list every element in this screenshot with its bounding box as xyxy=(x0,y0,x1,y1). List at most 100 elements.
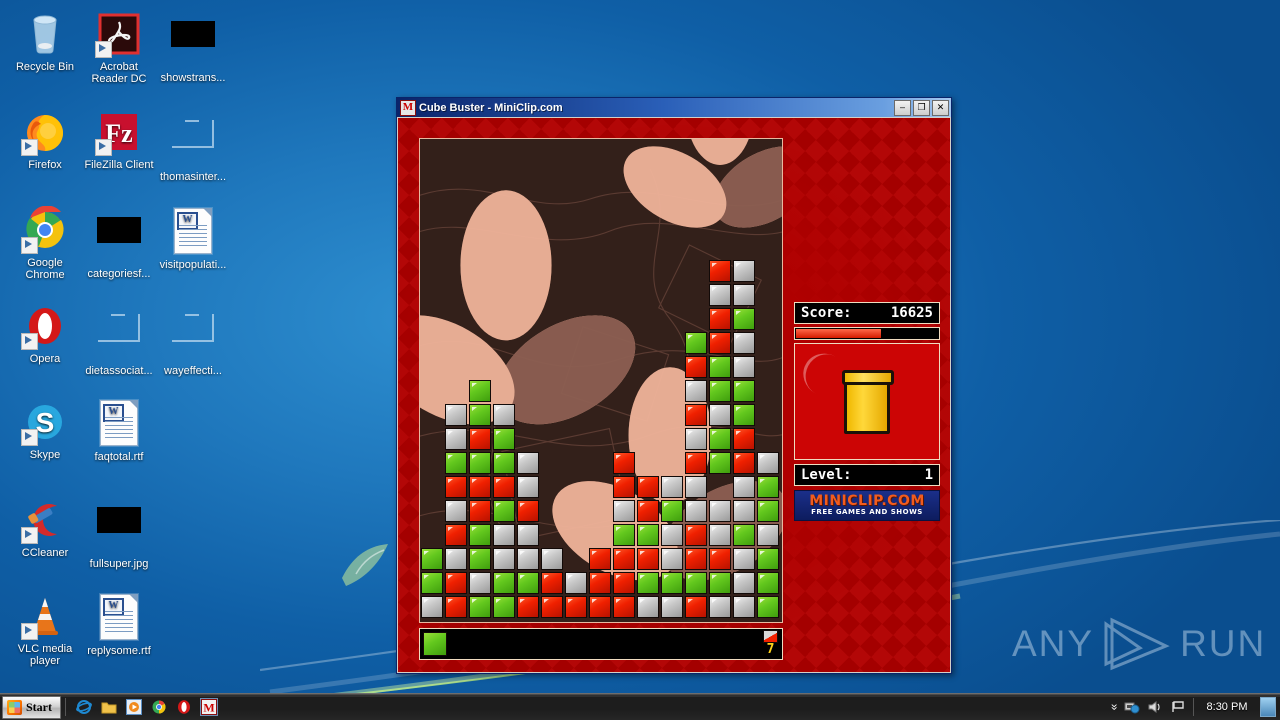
desktop-icon-firefox[interactable]: Firefox xyxy=(8,108,82,171)
green-cube[interactable] xyxy=(733,524,755,546)
silver-cube[interactable] xyxy=(517,524,539,546)
silver-cube[interactable] xyxy=(445,548,467,570)
desktop-icon-black-thumbnail[interactable]: categoriesf... xyxy=(82,206,156,280)
silver-cube[interactable] xyxy=(517,476,539,498)
red-cube[interactable] xyxy=(589,596,611,618)
desktop-icon-rtf-document[interactable]: Wfaqtotal.rtf xyxy=(82,398,156,463)
red-cube[interactable] xyxy=(709,308,731,330)
green-cube[interactable] xyxy=(469,380,491,402)
silver-cube[interactable] xyxy=(493,548,515,570)
silver-cube[interactable] xyxy=(445,404,467,426)
taskbar-clock[interactable]: 8:30 PM xyxy=(1201,701,1253,713)
window-title-bar[interactable]: M Cube Buster - MiniClip.com – ❐ ✕ xyxy=(397,98,951,117)
close-button[interactable]: ✕ xyxy=(932,99,949,116)
silver-cube[interactable] xyxy=(733,596,755,618)
green-cube[interactable] xyxy=(709,428,731,450)
silver-cube[interactable] xyxy=(709,596,731,618)
red-cube[interactable] xyxy=(733,428,755,450)
red-cube[interactable] xyxy=(445,524,467,546)
red-cube[interactable] xyxy=(709,548,731,570)
red-cube[interactable] xyxy=(613,596,635,618)
silver-cube[interactable] xyxy=(493,404,515,426)
silver-cube[interactable] xyxy=(733,572,755,594)
green-cube[interactable] xyxy=(421,572,443,594)
green-cube[interactable] xyxy=(637,572,659,594)
taskbar-internet-explorer-icon[interactable] xyxy=(76,699,92,715)
silver-cube[interactable] xyxy=(733,332,755,354)
green-cube[interactable] xyxy=(469,452,491,474)
green-cube[interactable] xyxy=(661,572,683,594)
green-cube[interactable] xyxy=(733,404,755,426)
desktop-icon-rtf-document[interactable]: Wreplysome.rtf xyxy=(82,592,156,657)
green-cube[interactable] xyxy=(469,404,491,426)
silver-cube[interactable] xyxy=(661,524,683,546)
taskbar-windows-explorer-icon[interactable] xyxy=(101,699,117,715)
green-cube[interactable] xyxy=(493,596,515,618)
taskbar-opera-icon[interactable] xyxy=(176,699,192,715)
silver-cube[interactable] xyxy=(517,452,539,474)
green-cube[interactable] xyxy=(733,380,755,402)
silver-cube[interactable] xyxy=(445,500,467,522)
red-cube[interactable] xyxy=(589,572,611,594)
game-canvas[interactable]: Score: 16625 Level: 1 MINICLIP.COM FREE … xyxy=(398,118,950,672)
desktop-icon-blank-thumbnail[interactable]: wayeffecti... xyxy=(156,302,230,377)
green-cube[interactable] xyxy=(469,596,491,618)
red-cube[interactable] xyxy=(613,548,635,570)
silver-cube[interactable] xyxy=(733,548,755,570)
red-cube[interactable] xyxy=(685,452,707,474)
silver-cube[interactable] xyxy=(733,356,755,378)
silver-cube[interactable] xyxy=(709,500,731,522)
green-cube[interactable] xyxy=(709,356,731,378)
game-board[interactable] xyxy=(419,138,783,623)
red-cube[interactable] xyxy=(565,596,587,618)
red-cube[interactable] xyxy=(517,596,539,618)
maximize-button[interactable]: ❐ xyxy=(913,99,930,116)
green-cube[interactable] xyxy=(493,500,515,522)
silver-cube[interactable] xyxy=(541,548,563,570)
desktop-icon-recycle-bin[interactable]: Recycle Bin xyxy=(8,10,82,73)
action-center-flag-icon[interactable] xyxy=(1170,700,1186,714)
silver-cube[interactable] xyxy=(685,476,707,498)
red-cube[interactable] xyxy=(613,572,635,594)
silver-cube[interactable] xyxy=(733,500,755,522)
red-cube[interactable] xyxy=(637,548,659,570)
red-cube[interactable] xyxy=(685,356,707,378)
red-cube[interactable] xyxy=(469,500,491,522)
green-cube[interactable] xyxy=(757,596,779,618)
silver-cube[interactable] xyxy=(565,572,587,594)
quick-launch-bar[interactable]: M xyxy=(70,698,218,716)
show-hidden-icons-icon[interactable]: « xyxy=(1107,704,1121,711)
red-cube[interactable] xyxy=(493,476,515,498)
silver-cube[interactable] xyxy=(613,500,635,522)
desktop-icon-black-thumbnail[interactable]: fullsuper.jpg xyxy=(82,496,156,570)
red-cube[interactable] xyxy=(637,476,659,498)
miniclip-logo[interactable]: MINICLIP.COM FREE GAMES AND SHOWS xyxy=(794,490,940,521)
green-cube[interactable] xyxy=(709,452,731,474)
green-cube[interactable] xyxy=(685,572,707,594)
green-cube[interactable] xyxy=(469,524,491,546)
red-cube[interactable] xyxy=(469,476,491,498)
silver-cube[interactable] xyxy=(757,524,779,546)
desktop-icon-ccleaner[interactable]: CCleaner xyxy=(8,496,82,559)
silver-cube[interactable] xyxy=(517,548,539,570)
network-icon[interactable] xyxy=(1124,700,1140,714)
system-tray[interactable]: « 8:30 PM xyxy=(1107,697,1280,717)
silver-cube[interactable] xyxy=(685,380,707,402)
green-cube[interactable] xyxy=(733,308,755,330)
red-cube[interactable] xyxy=(685,524,707,546)
window-controls[interactable]: – ❐ ✕ xyxy=(894,99,949,116)
silver-cube[interactable] xyxy=(493,524,515,546)
desktop-icon-google-chrome[interactable]: Google Chrome xyxy=(8,205,82,281)
green-cube[interactable] xyxy=(613,524,635,546)
red-cube[interactable] xyxy=(445,596,467,618)
taskbar-miniclip-window-icon[interactable]: M xyxy=(200,698,218,716)
silver-cube[interactable] xyxy=(709,284,731,306)
silver-cube[interactable] xyxy=(685,500,707,522)
green-cube[interactable] xyxy=(421,548,443,570)
silver-cube[interactable] xyxy=(685,428,707,450)
red-cube[interactable] xyxy=(445,572,467,594)
red-cube[interactable] xyxy=(685,596,707,618)
red-cube[interactable] xyxy=(469,428,491,450)
desktop-icon-skype[interactable]: S Skype xyxy=(8,398,82,461)
red-cube[interactable] xyxy=(589,548,611,570)
